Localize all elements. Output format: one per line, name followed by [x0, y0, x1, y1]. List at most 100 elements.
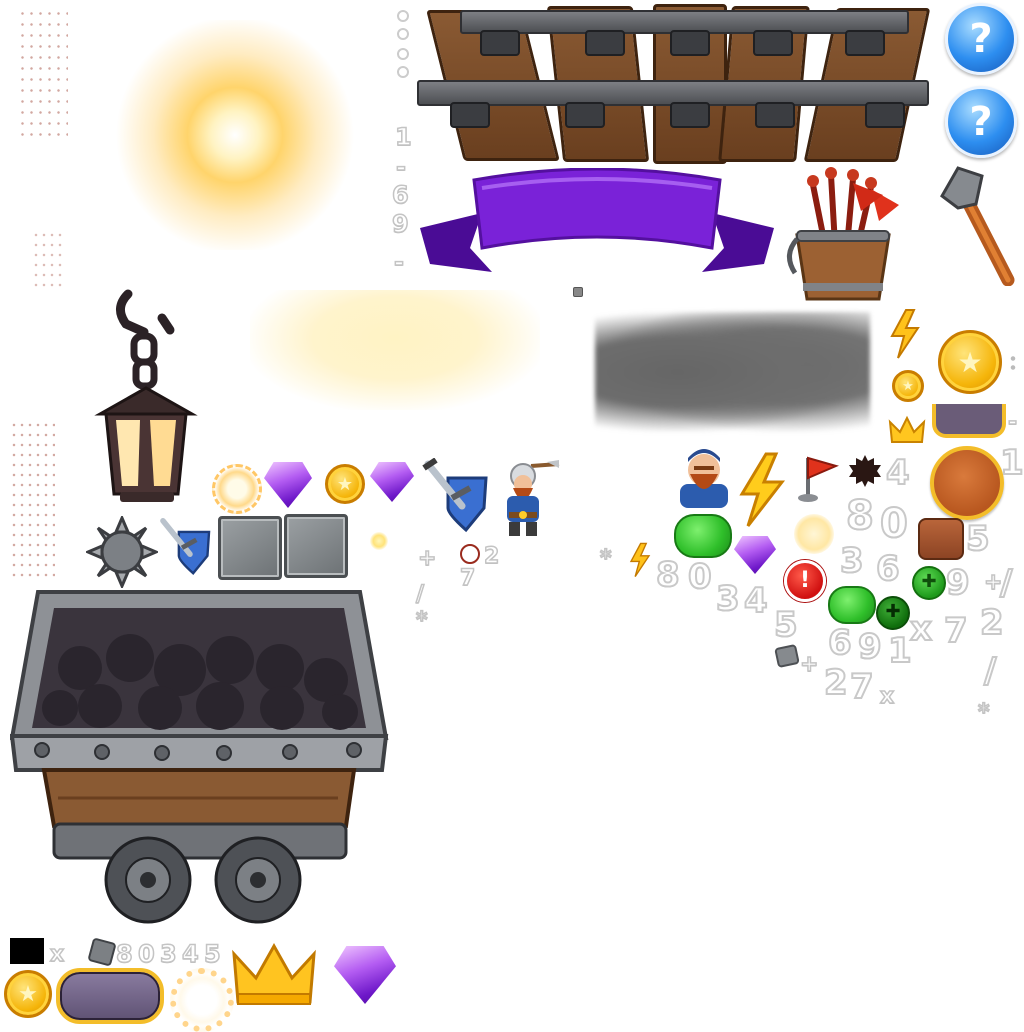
explosion-ring — [212, 464, 262, 514]
coin-icon: ★ — [325, 464, 365, 504]
mine-cart — [10, 590, 389, 924]
purple-pill-frame — [56, 968, 164, 1024]
coin-large-icon: ★ — [4, 970, 52, 1018]
small-coin-icon: ★ — [892, 370, 924, 402]
dwarf-miner — [507, 460, 560, 536]
rail-track — [415, 2, 935, 164]
glyph: * — [415, 608, 428, 633]
glyph: 0 — [879, 501, 909, 547]
glyph: 2 — [823, 663, 849, 703]
soft-glow — [250, 290, 540, 410]
spark-dot — [370, 532, 388, 550]
glyph: + — [799, 652, 819, 677]
clover-green-icon: ✚ — [876, 596, 910, 630]
glyph: / — [415, 582, 425, 607]
progress-dots — [397, 10, 409, 78]
green-pill — [674, 514, 732, 558]
glyph: 0 — [137, 940, 155, 968]
crown-small-icon — [888, 415, 926, 443]
glyph: 2 — [979, 603, 1005, 643]
glyph: 2 — [483, 544, 500, 569]
glyph: 4 — [181, 940, 199, 968]
spiked-mace-icon — [86, 516, 158, 588]
menu-dots — [1010, 354, 1016, 372]
lightning-big-icon — [739, 452, 786, 527]
glyph: 8 — [655, 555, 681, 595]
glyph: 3 — [159, 940, 177, 968]
glyph: 9 — [945, 563, 971, 603]
glyph: / — [999, 563, 1013, 603]
orange-round-button[interactable] — [930, 446, 1004, 520]
glyph: 9 — [857, 627, 883, 667]
glyph: - — [1007, 410, 1018, 435]
help-icon[interactable]: ? — [945, 3, 1017, 75]
glyph: 6 — [391, 181, 409, 209]
sunburst-glow — [110, 20, 360, 250]
glyph: 8 — [115, 940, 133, 968]
frame-tab — [932, 404, 1006, 438]
clover-green-icon: ✚ — [912, 566, 946, 600]
lantern-icon — [94, 289, 198, 502]
gem-icon — [264, 462, 312, 508]
sparkle-dust — [32, 230, 62, 290]
black-swatch — [10, 938, 44, 964]
glyph: 6 — [875, 549, 901, 589]
glow-circle — [794, 514, 834, 554]
gem-icon — [334, 946, 396, 1004]
glyph: 6 — [827, 623, 853, 663]
glyph: 9 — [391, 210, 409, 238]
glyph: 3 — [715, 579, 741, 619]
sword-shield-icon — [422, 458, 488, 533]
rock-small-icon — [87, 937, 117, 967]
glyph: 7 — [943, 611, 969, 651]
glyph: 5 — [203, 940, 221, 968]
glyph: 1 — [999, 443, 1024, 483]
glyph: * — [977, 700, 990, 725]
gem-icon — [370, 462, 414, 502]
glyph: 8 — [845, 493, 875, 539]
glyph: 4 — [743, 581, 769, 621]
glyph: 4 — [885, 453, 911, 493]
lightning-icon — [629, 542, 651, 577]
crown-icon — [232, 942, 316, 1005]
glyph: - — [393, 248, 404, 276]
gem-icon — [734, 536, 776, 574]
glyph: 1 — [887, 631, 913, 671]
glyph: * — [599, 546, 612, 571]
stone-block — [218, 516, 282, 580]
alert-icon: ! — [784, 560, 826, 602]
glyph: x — [49, 942, 65, 967]
glyph: 0 — [687, 557, 713, 597]
dwarf-portrait — [680, 449, 728, 508]
sparkle-dust — [10, 420, 55, 580]
purple-ribbon-banner — [420, 168, 774, 272]
stone-block — [284, 514, 348, 578]
glyph: 1 — [394, 123, 412, 151]
clock-icon — [460, 544, 480, 564]
glyph: x — [879, 684, 895, 709]
glyph: 7 — [849, 667, 875, 707]
rock-small-icon — [573, 287, 583, 297]
glyph: / — [983, 651, 997, 691]
glyph: 5 — [965, 519, 991, 559]
glyph: + — [417, 546, 437, 571]
sword-shield-icon — [160, 517, 211, 575]
brown-square-button[interactable] — [918, 518, 964, 560]
explosion-ring — [170, 968, 234, 1032]
pickaxe-icon — [940, 166, 1015, 286]
help-icon[interactable]: ? — [945, 86, 1017, 158]
green-pill — [828, 586, 876, 624]
smoke-cloud — [595, 312, 870, 432]
glyph: 5 — [773, 605, 799, 645]
flag-bucket-icon — [787, 167, 899, 301]
rock-small-icon — [774, 643, 800, 669]
gear-dark-icon — [849, 455, 881, 487]
lightning-icon — [890, 309, 920, 359]
sparkle-dust — [18, 8, 68, 138]
glyph: 7 — [459, 566, 476, 591]
glyph: x — [909, 609, 933, 649]
glyph: - — [395, 153, 406, 181]
flag-icon — [798, 456, 839, 502]
glyph: 3 — [839, 541, 865, 581]
coin-icon: ★ — [938, 330, 1002, 394]
